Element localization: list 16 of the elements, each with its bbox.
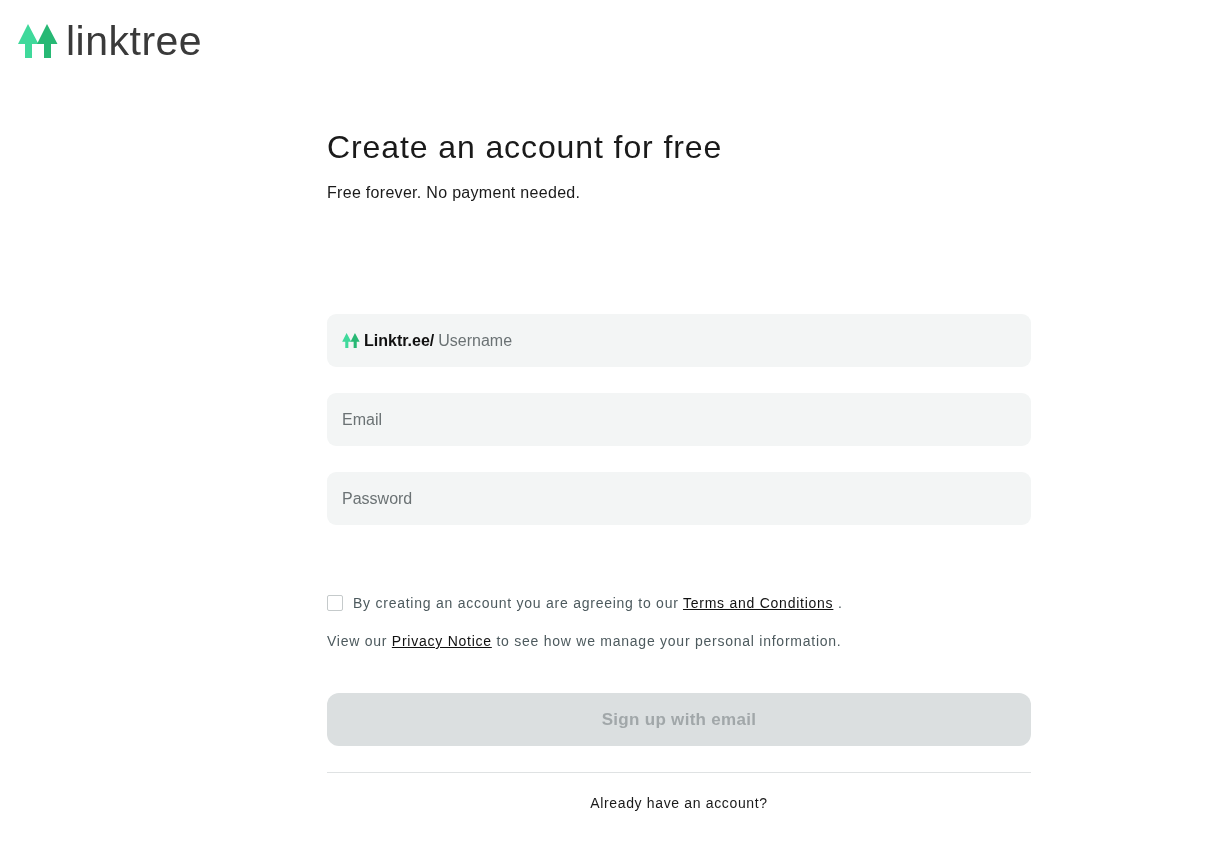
logo-wordmark: linktree [66, 22, 203, 60]
tree-logo-icon [342, 333, 360, 348]
privacy-link[interactable]: Privacy Notice [391, 633, 492, 649]
email-field[interactable]: Email [327, 393, 1031, 446]
page-title: Create an account for free [327, 128, 724, 167]
tree-logo-icon [18, 24, 58, 58]
username-input[interactable]: Username [438, 331, 1016, 350]
url-prefix: Linktr.ee/ [364, 331, 435, 350]
terms-text: By creating an account you are agreeing to our Terms and Conditions . [353, 594, 843, 613]
username-field[interactable]: Linktr.ee/ Username [327, 314, 1031, 367]
privacy-text: View our Privacy Notice to see how we manage your personal information. [327, 632, 843, 651]
login-prompt[interactable]: Already have an account? [590, 793, 768, 813]
terms-checkbox[interactable] [327, 595, 343, 611]
page-subtitle: Free forever. No payment needed. [327, 183, 582, 203]
password-field[interactable]: Password [327, 472, 1031, 525]
terms-link[interactable]: Terms and Conditions [682, 595, 834, 611]
